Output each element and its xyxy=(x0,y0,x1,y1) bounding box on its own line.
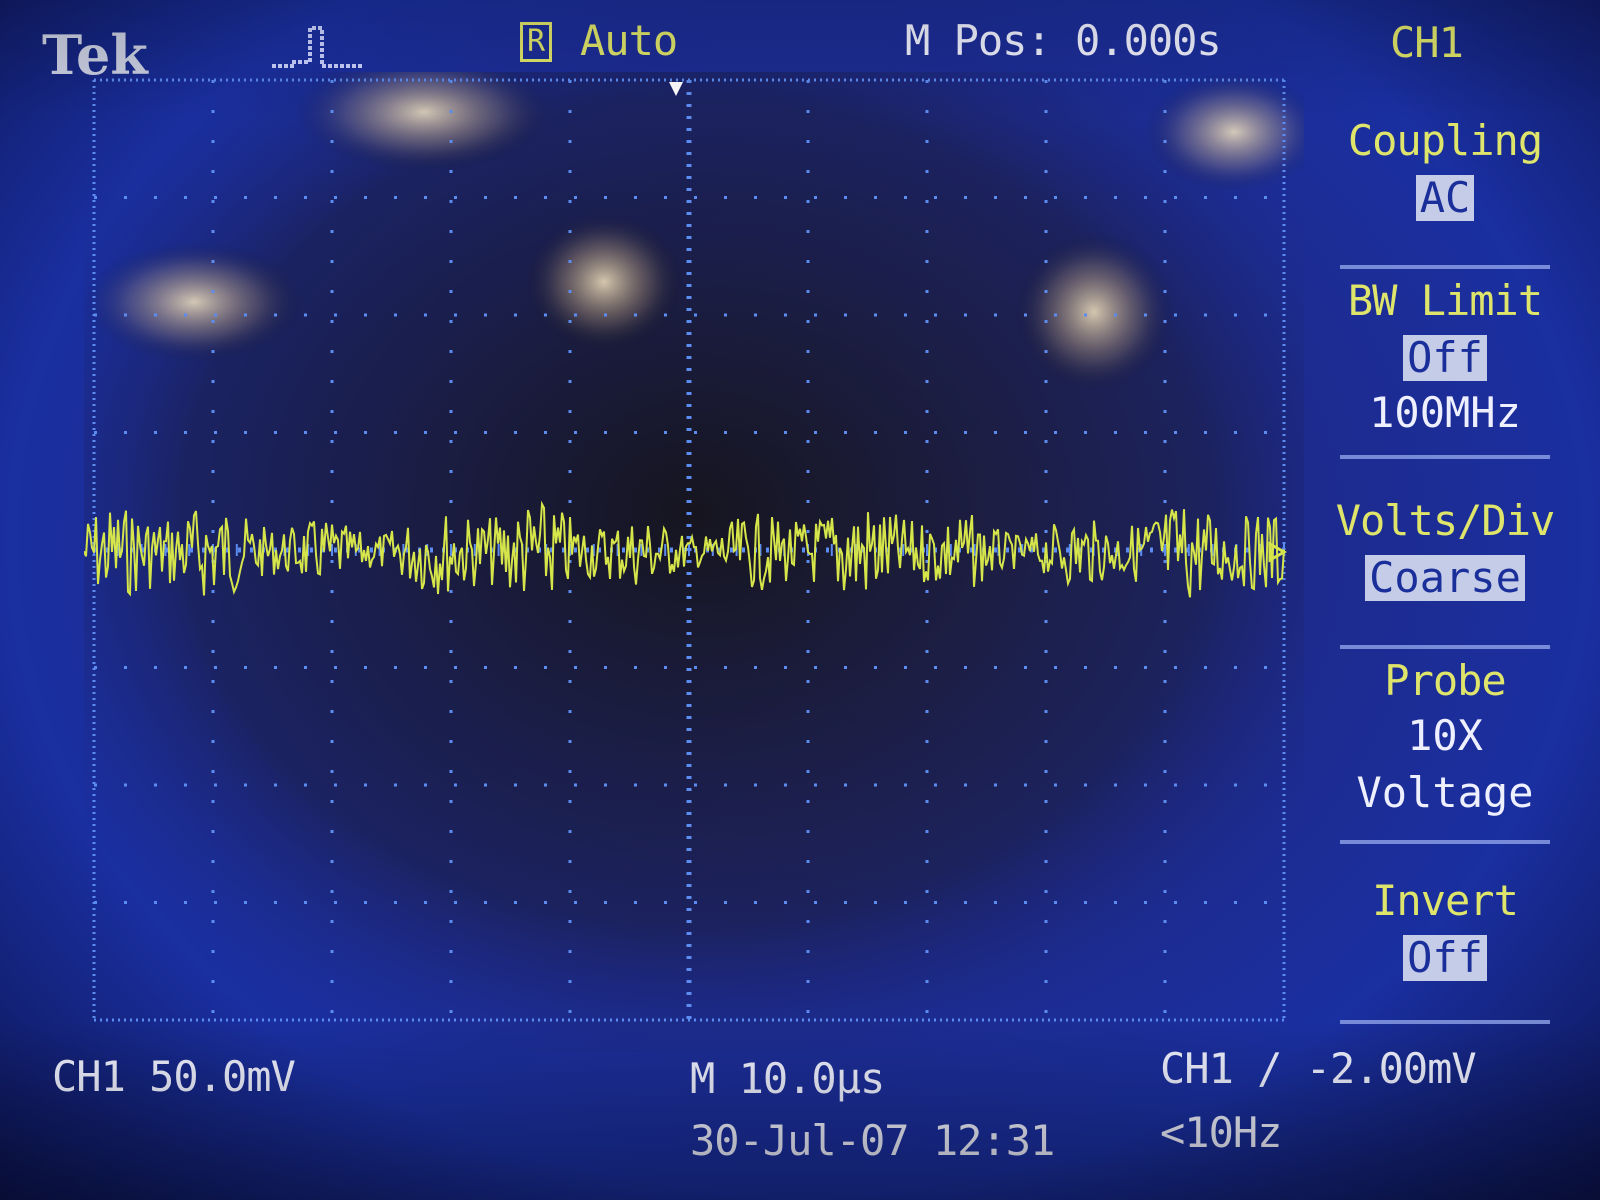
menu-separator xyxy=(1340,265,1550,269)
oscilloscope-screen: Tek R Auto M Pos: 0.000s CH1 1 xyxy=(0,0,1600,1200)
menu-option-probe[interactable]: 10X xyxy=(1320,715,1570,757)
menu-value: Off xyxy=(1403,935,1487,981)
menu-label-volts-div: Volts/Div xyxy=(1335,496,1556,545)
waveform-graticule: 1 xyxy=(84,72,1304,1052)
menu-label-invert: Invert xyxy=(1372,876,1519,925)
menu-label-coupling: Coupling xyxy=(1347,116,1543,165)
menu-separator xyxy=(1340,840,1550,844)
date-time: 30-Jul-07 12:31 xyxy=(690,1116,1055,1165)
timebase-readout: M 10.0µs xyxy=(690,1054,885,1103)
menu-separator xyxy=(1340,1020,1550,1024)
reflection-glare xyxy=(1014,232,1174,392)
menu-separator xyxy=(1340,645,1550,649)
ch1-volts-per-div: CH1 50.0mV xyxy=(52,1052,296,1101)
menu-option-coupling[interactable]: AC xyxy=(1320,175,1570,221)
reflection-glare xyxy=(524,212,684,352)
menu-label-bw-limit: BW Limit xyxy=(1347,276,1543,325)
menu-label-probe: Probe xyxy=(1384,656,1506,705)
reflection-glare xyxy=(84,242,304,362)
menu-title: CH1 xyxy=(1390,18,1464,67)
menu-value: AC xyxy=(1415,175,1475,221)
trigger-frequency: <10Hz xyxy=(1160,1108,1282,1157)
menu-value: 100MHz xyxy=(1369,388,1521,437)
pulse-waveform-icon xyxy=(272,26,362,68)
menu-option-volts-div[interactable]: Coarse xyxy=(1320,555,1570,601)
menu-option-invert[interactable]: Off xyxy=(1320,935,1570,981)
menu-value: Coarse xyxy=(1365,555,1525,601)
menu-option-bw-limit[interactable]: 100MHz xyxy=(1320,392,1570,434)
menu-option-bw-limit[interactable]: Off xyxy=(1320,335,1570,381)
horizontal-position: M Pos: 0.000s xyxy=(905,16,1222,65)
menu-value: Off xyxy=(1403,335,1487,381)
menu-separator xyxy=(1340,455,1550,459)
menu-value: 10X xyxy=(1407,711,1483,760)
run-mode: Auto xyxy=(580,16,678,65)
run-status-icon: R xyxy=(520,22,552,62)
menu-value: Voltage xyxy=(1356,768,1534,817)
menu-option-probe[interactable]: Voltage xyxy=(1320,772,1570,814)
trigger-readout: CH1 ∕ -2.00mV xyxy=(1160,1044,1477,1093)
